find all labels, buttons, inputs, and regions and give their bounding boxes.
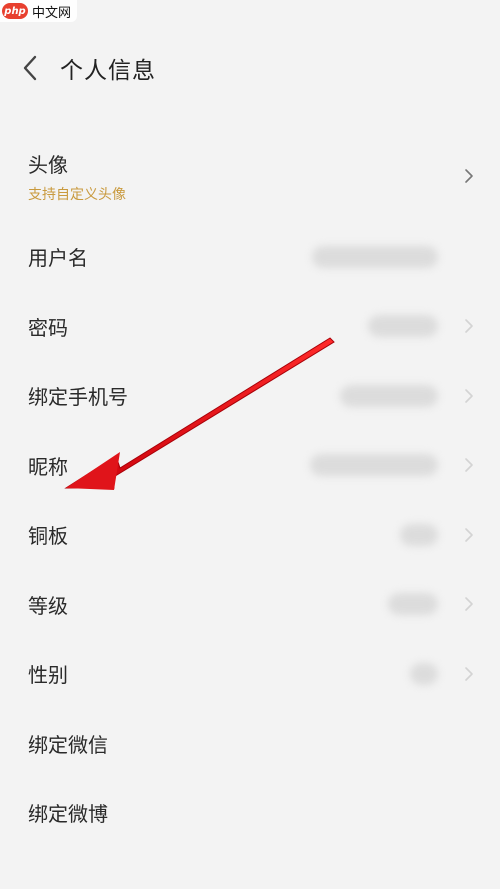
chevron-right-icon xyxy=(465,458,473,473)
list-item-bind-weibo[interactable]: 绑定微博 xyxy=(0,778,500,848)
list-item-bind-wechat[interactable]: 绑定微信 xyxy=(0,709,500,779)
avatar-label: 头像 xyxy=(28,152,68,177)
nickname-label: 昵称 xyxy=(28,454,68,479)
back-button[interactable] xyxy=(0,48,60,88)
list-item-password[interactable]: 密码 xyxy=(0,292,500,362)
list-item-username[interactable]: 用户名 xyxy=(0,222,500,292)
username-label: 用户名 xyxy=(28,246,88,271)
bind-phone-label: 绑定手机号 xyxy=(28,385,128,410)
chevron-left-icon xyxy=(23,55,37,81)
chevron-right-icon xyxy=(465,388,473,403)
settings-list: 头像 支持自定义头像 用户名 密码 绑定手机号 昵称 铜板 等级 性别 绑定微信… xyxy=(0,130,500,848)
page-title: 个人信息 xyxy=(60,58,156,84)
watermark-badge: php xyxy=(2,3,28,19)
list-item-bind-phone[interactable]: 绑定手机号 xyxy=(0,361,500,431)
list-item-copper[interactable]: 铜板 xyxy=(0,500,500,570)
level-value-blurred xyxy=(388,593,438,616)
copper-label: 铜板 xyxy=(28,524,68,549)
copper-value-blurred xyxy=(400,523,438,546)
password-value-blurred xyxy=(368,315,438,338)
chevron-right-icon xyxy=(465,169,473,183)
list-item-level[interactable]: 等级 xyxy=(0,570,500,640)
chevron-right-icon xyxy=(465,597,473,612)
list-item-avatar[interactable]: 头像 支持自定义头像 xyxy=(0,130,500,222)
chevron-right-icon xyxy=(465,527,473,542)
avatar-subtitle: 支持自定义头像 xyxy=(28,186,126,203)
gender-value-blurred xyxy=(410,662,438,685)
gender-label: 性别 xyxy=(28,663,68,688)
list-item-gender[interactable]: 性别 xyxy=(0,639,500,709)
password-label: 密码 xyxy=(28,315,68,340)
chevron-right-icon xyxy=(465,666,473,681)
bind-wechat-label: 绑定微信 xyxy=(28,732,108,757)
watermark-logo: php 中文网 xyxy=(0,0,78,22)
list-item-nickname[interactable]: 昵称 xyxy=(0,431,500,501)
watermark-text: 中文网 xyxy=(32,5,72,21)
chevron-right-icon xyxy=(465,319,473,334)
phone-value-blurred xyxy=(340,384,438,407)
nickname-value-blurred xyxy=(310,454,438,477)
header: 个人信息 xyxy=(0,48,500,88)
level-label: 等级 xyxy=(28,593,68,618)
username-value-blurred xyxy=(312,245,438,268)
bind-weibo-label: 绑定微博 xyxy=(28,802,108,827)
